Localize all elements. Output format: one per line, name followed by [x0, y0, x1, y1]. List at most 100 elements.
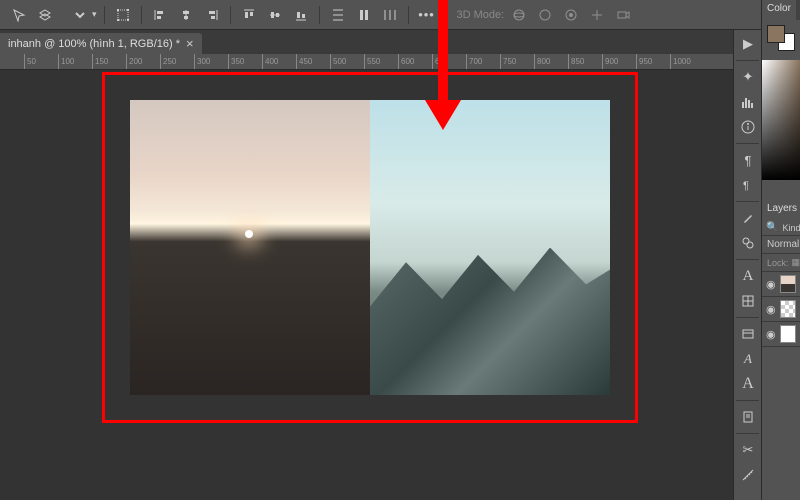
ruler-tick: 400	[262, 54, 278, 70]
ruler-tick: 650	[432, 54, 448, 70]
document-tab[interactable]: inhanh @ 100% (hình 1, RGB/16) * ×	[0, 33, 202, 54]
visibility-eye-icon[interactable]: ◉	[766, 303, 776, 316]
3d-mode-label: 3D Mode:	[457, 9, 505, 21]
layer-item-1[interactable]: ◉	[762, 272, 800, 297]
layer-comps-icon[interactable]	[735, 322, 761, 346]
color-panel-tabs: Color Sw	[762, 0, 800, 20]
lock-pixels-icon[interactable]: ▦	[792, 257, 800, 268]
svg-text:¶: ¶	[743, 180, 749, 192]
ruler-tick: 550	[364, 54, 380, 70]
auto-select-icon[interactable]	[8, 4, 30, 26]
visibility-eye-icon[interactable]: ◉	[766, 278, 776, 291]
ruler-tick: 500	[330, 54, 346, 70]
ruler-tick: 100	[58, 54, 74, 70]
play-icon[interactable]: ▶	[735, 32, 761, 56]
brush-icon[interactable]	[735, 206, 761, 230]
right-vertical-toolbar: ▶ ✦ ¶ ¶ A A A ✂	[733, 30, 761, 500]
align-right-icon[interactable]	[201, 4, 223, 26]
type-styles-icon[interactable]: A	[735, 347, 761, 371]
blend-mode-select[interactable]: Normal	[762, 236, 800, 254]
image-left-half	[130, 100, 370, 395]
ruler-tick: 950	[636, 54, 652, 70]
canvas-container	[130, 100, 610, 395]
3d-orbit-icon[interactable]	[508, 4, 530, 26]
filter-kind-label[interactable]: Kind	[782, 223, 800, 233]
ruler-tick: 750	[500, 54, 516, 70]
align-hcenter-icon[interactable]	[175, 4, 197, 26]
layer-thumbnail[interactable]	[780, 325, 796, 343]
separator	[104, 6, 105, 24]
3d-rotate-icon[interactable]	[534, 4, 556, 26]
more-options-button[interactable]: •••	[416, 4, 438, 26]
layer-thumbnail[interactable]	[780, 300, 796, 318]
ruler-tick: 1000	[670, 54, 691, 70]
options-toolbar: Layer ▾ ••• 3D Mode:	[0, 0, 800, 30]
color-tab[interactable]: Color	[762, 0, 796, 20]
clone-source-icon[interactable]	[735, 231, 761, 255]
canvas-workspace[interactable]	[0, 70, 740, 500]
ruler-tick: 850	[568, 54, 584, 70]
color-picker-field[interactable]	[762, 60, 800, 180]
separator	[408, 6, 409, 24]
layer-thumbnail[interactable]	[780, 275, 796, 293]
search-icon[interactable]: 🔍	[766, 222, 778, 233]
separator	[319, 6, 320, 24]
canvas-image[interactable]	[130, 100, 610, 395]
3d-camera-icon[interactable]	[612, 4, 634, 26]
foreground-color-swatch[interactable]	[767, 25, 785, 43]
layer-item-2[interactable]: ◉	[762, 297, 800, 322]
lock-label: Lock:	[767, 258, 789, 268]
horizontal-ruler: 0501001502002503003504004505005506006507…	[0, 54, 800, 70]
layer-filter-row: 🔍 Kind	[762, 220, 800, 236]
ruler-tick: 250	[160, 54, 176, 70]
layer-item-3[interactable]: ◉	[762, 322, 800, 347]
ruler-tick: 200	[126, 54, 142, 70]
ruler-tick: 50	[24, 54, 36, 70]
sun-glow	[245, 230, 253, 238]
distribute-vcenter-icon[interactable]	[353, 4, 375, 26]
image-right-half	[370, 100, 610, 395]
ruler-tick: 350	[228, 54, 244, 70]
close-tab-icon[interactable]: ×	[186, 37, 194, 50]
color-swatches	[762, 20, 800, 60]
3d-pan-icon[interactable]	[560, 4, 582, 26]
document-tab-title: inhanh @ 100% (hình 1, RGB/16) *	[8, 38, 180, 50]
type-icon[interactable]: A	[735, 264, 761, 288]
separator	[445, 6, 446, 24]
paragraph-icon[interactable]: ¶	[735, 148, 761, 172]
align-top-icon[interactable]	[238, 4, 260, 26]
separator	[141, 6, 142, 24]
ruler-tick: 300	[194, 54, 210, 70]
ruler-tick: 700	[466, 54, 482, 70]
character-icon[interactable]: ¶	[735, 173, 761, 197]
layer-stack-icon[interactable]	[34, 4, 56, 26]
transform-controls-icon[interactable]	[112, 4, 134, 26]
3d-slide-icon[interactable]	[586, 4, 608, 26]
measure-icon[interactable]	[735, 463, 761, 487]
tools-preset-icon[interactable]: ✂	[735, 438, 761, 462]
align-left-icon[interactable]	[149, 4, 171, 26]
glyphs-icon[interactable]	[735, 289, 761, 313]
layer-select[interactable]: Layer	[60, 6, 88, 24]
sparkle-icon[interactable]: ✦	[735, 65, 761, 89]
mountain-shape	[370, 248, 610, 396]
notes-icon[interactable]	[735, 405, 761, 429]
info-icon[interactable]	[735, 115, 761, 139]
layers-tab[interactable]: Layers	[762, 200, 800, 220]
lock-row: Lock: ▦	[762, 254, 800, 272]
align-vcenter-icon[interactable]	[264, 4, 286, 26]
ruler-tick: 150	[92, 54, 108, 70]
align-bottom-icon[interactable]	[290, 4, 312, 26]
distribute-bottom-icon[interactable]	[379, 4, 401, 26]
char-styles-icon[interactable]: A	[735, 372, 761, 396]
ruler-tick: 450	[296, 54, 312, 70]
ruler-tick: 600	[398, 54, 414, 70]
ruler-tick: 800	[534, 54, 550, 70]
swatches-tab[interactable]: Sw	[796, 0, 800, 20]
right-panels: Color Sw Layers Ch 🔍 Kind Normal Lock: ▦…	[761, 0, 800, 500]
histogram-icon[interactable]	[735, 90, 761, 114]
layers-panel: Layers Ch 🔍 Kind Normal Lock: ▦ ◉ ◉ ◉	[762, 200, 800, 347]
distribute-top-icon[interactable]	[327, 4, 349, 26]
document-tab-bar: inhanh @ 100% (hình 1, RGB/16) * ×	[0, 30, 800, 54]
visibility-eye-icon[interactable]: ◉	[766, 328, 776, 341]
